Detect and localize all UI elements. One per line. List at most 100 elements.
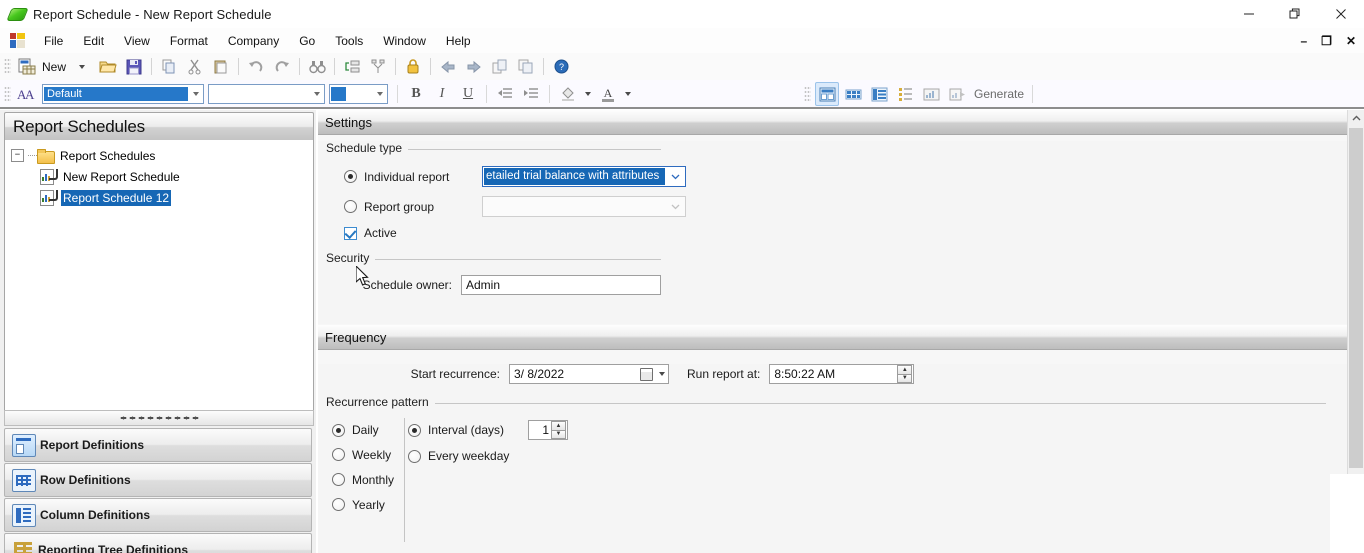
report-group-radio[interactable] bbox=[344, 200, 357, 213]
menu-tools[interactable]: Tools bbox=[325, 31, 373, 51]
chevron-down-icon[interactable] bbox=[666, 167, 685, 186]
spinner-down-icon[interactable]: ▼ bbox=[897, 373, 913, 383]
mdi-minimize-icon[interactable]: – bbox=[1298, 35, 1309, 47]
minimize-icon[interactable] bbox=[1226, 0, 1272, 28]
report-schedules-tree[interactable]: − Report Schedules New Report Schedule R… bbox=[4, 140, 314, 411]
menu-view[interactable]: View bbox=[114, 31, 160, 51]
font-color-icon[interactable]: A bbox=[596, 83, 620, 106]
sidebar-item-report-definitions[interactable]: Report Definitions bbox=[4, 428, 312, 462]
fill-color-dropdown-icon[interactable] bbox=[582, 83, 594, 106]
chevron-down-icon[interactable] bbox=[372, 86, 387, 102]
schedule-owner-field[interactable]: Admin bbox=[461, 275, 661, 295]
scroll-up-arrow-icon[interactable] bbox=[1348, 110, 1364, 126]
restore-icon[interactable] bbox=[1272, 0, 1318, 28]
fill-color-icon[interactable] bbox=[556, 83, 580, 106]
spinner-up-icon[interactable]: ▲ bbox=[551, 421, 567, 430]
date-dropdown-arrow-icon[interactable] bbox=[656, 365, 667, 383]
report-preview-icon[interactable] bbox=[919, 82, 943, 106]
every-weekday-radio[interactable] bbox=[408, 449, 421, 463]
chevron-down-icon[interactable] bbox=[666, 197, 685, 216]
tree-item-report-schedule-12[interactable]: Report Schedule 12 bbox=[5, 187, 313, 208]
bold-button[interactable]: B bbox=[404, 83, 428, 106]
font-size-combo[interactable] bbox=[329, 84, 388, 104]
scrollbar-thumb[interactable] bbox=[1349, 128, 1363, 468]
report-definition-icon[interactable] bbox=[815, 82, 839, 106]
spinner-down-icon[interactable]: ▼ bbox=[551, 429, 567, 439]
decrease-indent-icon[interactable] bbox=[493, 83, 517, 106]
monthly-option[interactable]: Monthly bbox=[332, 467, 394, 492]
chevron-down-icon[interactable] bbox=[309, 86, 324, 102]
reporting-tree-icon[interactable] bbox=[893, 82, 917, 106]
yearly-option[interactable]: Yearly bbox=[332, 492, 394, 517]
paste-icon[interactable] bbox=[209, 55, 233, 79]
new-icon[interactable] bbox=[15, 55, 39, 79]
menu-company[interactable]: Company bbox=[218, 31, 289, 51]
menu-go[interactable]: Go bbox=[289, 31, 325, 51]
style-combo[interactable]: Default bbox=[42, 84, 204, 104]
close-icon[interactable] bbox=[1318, 0, 1364, 28]
individual-report-radio[interactable] bbox=[344, 170, 357, 183]
copy-icon[interactable] bbox=[157, 55, 181, 79]
weekly-radio[interactable] bbox=[332, 448, 345, 461]
sidebar-item-row-definitions[interactable]: Row Definitions bbox=[4, 463, 312, 497]
individual-report-dropdown[interactable]: etailed trial balance with attributes bbox=[482, 166, 686, 187]
menu-help[interactable]: Help bbox=[436, 31, 481, 51]
active-checkbox[interactable] bbox=[344, 226, 357, 240]
weekly-option[interactable]: Weekly bbox=[332, 442, 394, 467]
redo-icon[interactable] bbox=[270, 55, 294, 79]
find-binoculars-icon[interactable] bbox=[305, 55, 329, 79]
format-toolbar-grip[interactable] bbox=[4, 85, 11, 103]
interval-spinner[interactable]: ▲ ▼ bbox=[551, 421, 567, 439]
link-icon[interactable] bbox=[488, 55, 512, 79]
font-combo[interactable] bbox=[208, 84, 325, 104]
italic-button[interactable]: I bbox=[430, 83, 454, 106]
sidebar-item-column-definitions[interactable]: Column Definitions bbox=[4, 498, 312, 532]
run-report-at-field[interactable]: 8:50:22 AM ▲ ▼ bbox=[769, 364, 915, 384]
panel-splitter[interactable] bbox=[4, 410, 314, 426]
tree-item-new-report-schedule[interactable]: New Report Schedule bbox=[5, 166, 313, 187]
font-style-icon[interactable]: A A bbox=[15, 82, 39, 106]
increase-indent-icon[interactable] bbox=[519, 83, 543, 106]
calendar-icon[interactable] bbox=[638, 365, 655, 383]
start-recurrence-field[interactable]: 3/ 8/2022 bbox=[509, 364, 669, 384]
mdi-close-icon[interactable]: ✕ bbox=[1344, 35, 1358, 47]
interval-days-radio[interactable] bbox=[408, 423, 421, 437]
duplicate-icon[interactable] bbox=[514, 55, 538, 79]
new-dropdown-arrow-icon[interactable] bbox=[70, 55, 94, 79]
forward-arrow-icon[interactable] bbox=[462, 55, 486, 79]
menu-window[interactable]: Window bbox=[373, 31, 436, 51]
time-spinner[interactable]: ▲ ▼ bbox=[897, 365, 913, 383]
monthly-radio[interactable] bbox=[332, 473, 345, 486]
menu-format[interactable]: Format bbox=[160, 31, 218, 51]
report-toolbar-grip[interactable] bbox=[804, 85, 811, 103]
daily-option[interactable]: Daily bbox=[332, 418, 394, 442]
help-icon[interactable]: ? bbox=[549, 55, 573, 79]
back-arrow-icon[interactable] bbox=[436, 55, 460, 79]
save-icon[interactable] bbox=[122, 55, 146, 79]
lock-icon[interactable] bbox=[401, 55, 425, 79]
font-color-dropdown-icon[interactable] bbox=[622, 83, 634, 106]
report-group-dropdown[interactable] bbox=[482, 196, 686, 217]
mdi-restore-icon[interactable]: ❐ bbox=[1319, 35, 1334, 47]
interval-days-field[interactable]: 1 ▲ ▼ bbox=[528, 420, 569, 440]
menu-edit[interactable]: Edit bbox=[73, 31, 114, 51]
menu-file[interactable]: File bbox=[34, 31, 73, 51]
tree-expander-icon[interactable]: − bbox=[11, 149, 24, 162]
insert-row-icon[interactable] bbox=[340, 55, 364, 79]
row-definition-icon[interactable] bbox=[841, 82, 865, 106]
cut-icon[interactable] bbox=[183, 55, 207, 79]
sidebar-item-reporting-tree-definitions[interactable]: Reporting Tree Definitions bbox=[4, 533, 312, 553]
spinner-up-icon[interactable]: ▲ bbox=[897, 365, 913, 374]
underline-button[interactable]: U bbox=[456, 83, 480, 106]
every-weekday-row[interactable]: Every weekday bbox=[408, 442, 568, 470]
yearly-radio[interactable] bbox=[332, 498, 345, 511]
column-definition-icon[interactable] bbox=[867, 82, 891, 106]
toolbar-grip[interactable] bbox=[4, 58, 11, 75]
tree-root-row[interactable]: − Report Schedules bbox=[5, 145, 313, 166]
daily-radio[interactable] bbox=[332, 423, 345, 437]
chevron-down-icon[interactable] bbox=[188, 86, 203, 102]
open-folder-icon[interactable] bbox=[96, 55, 120, 79]
filter-icon[interactable] bbox=[366, 55, 390, 79]
generate-icon[interactable] bbox=[945, 82, 969, 106]
undo-icon[interactable] bbox=[244, 55, 268, 79]
